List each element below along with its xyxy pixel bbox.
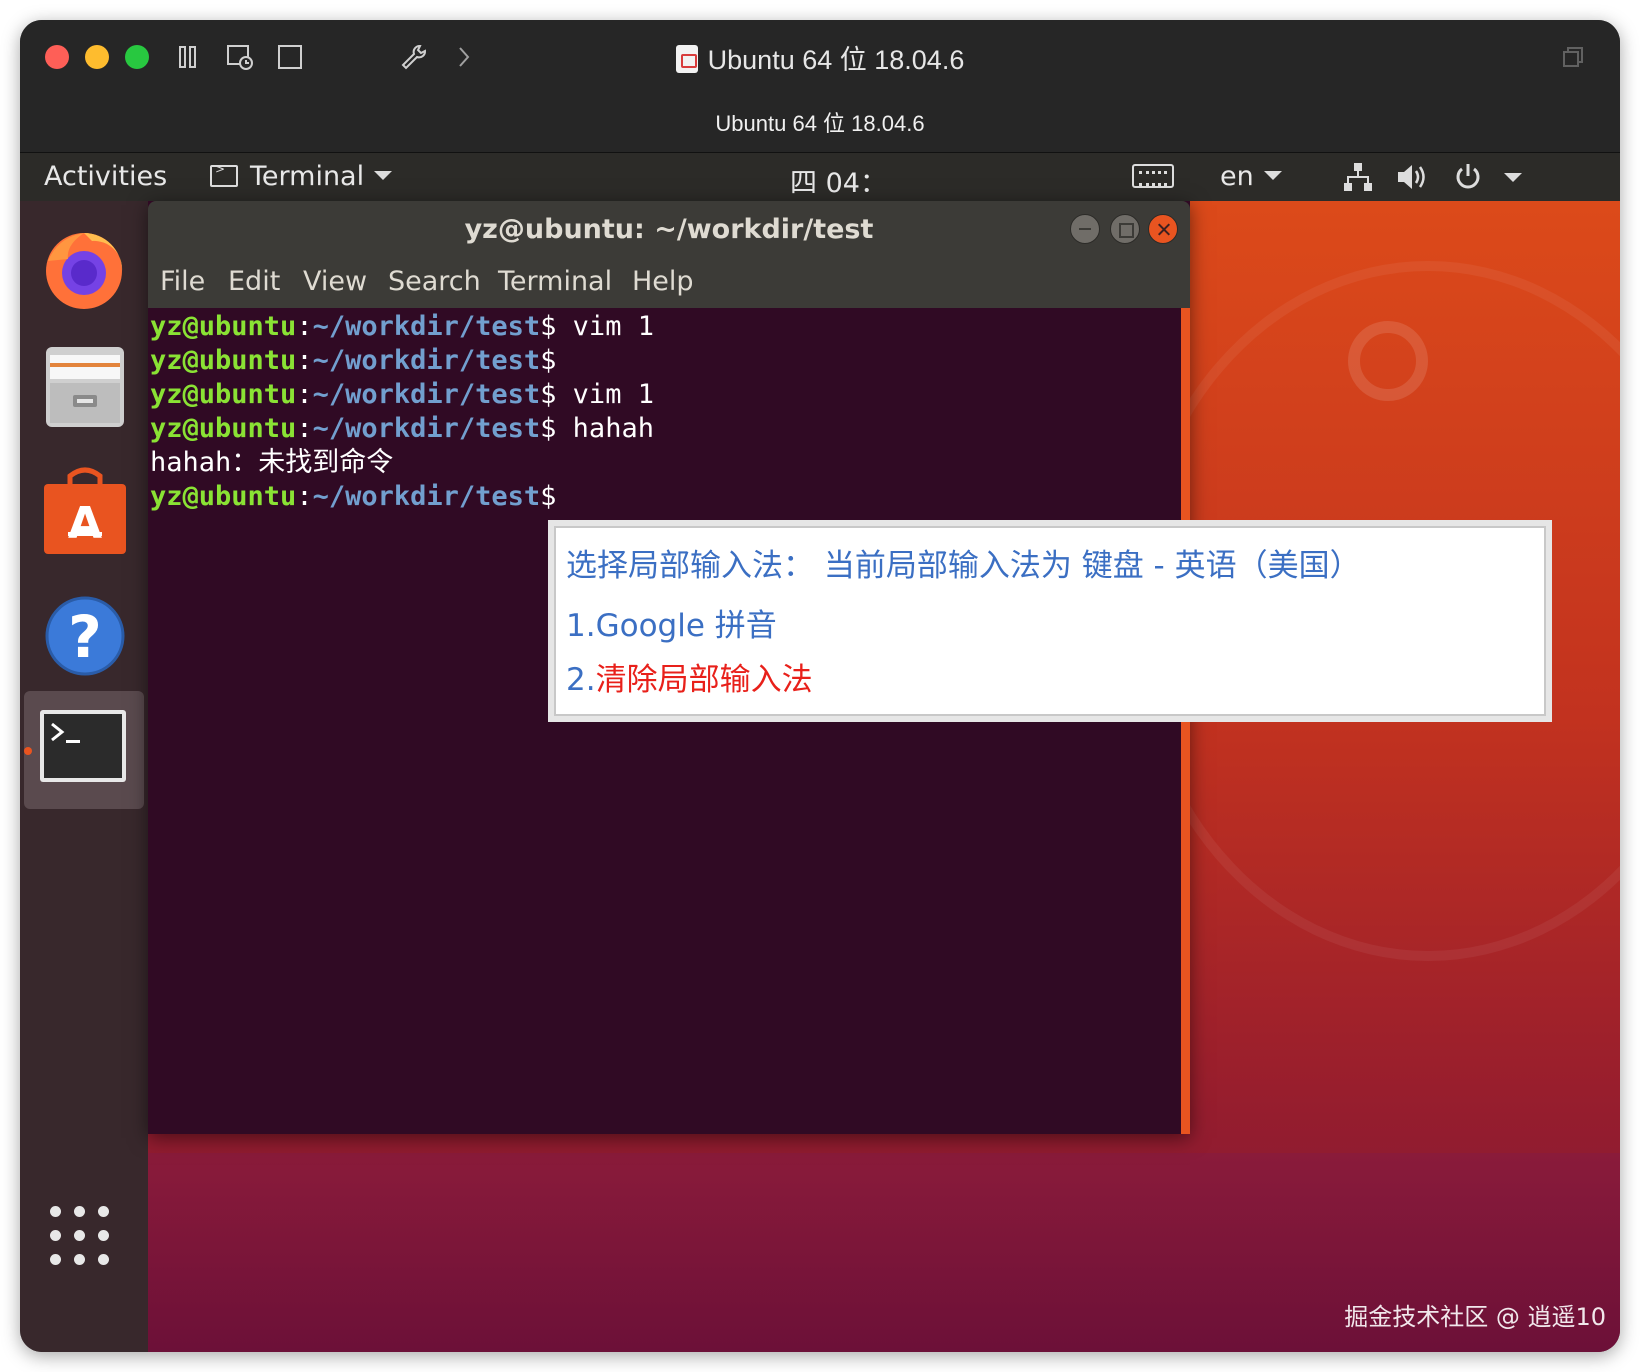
menu-terminal[interactable]: Terminal — [498, 266, 612, 297]
ubuntu-screen: 掘金技术社区 @ 逍遥10 Activities Terminal 四 04：5… — [20, 153, 1620, 1352]
terminal-close-button[interactable] — [1148, 214, 1178, 244]
gnome-topbar: Activities Terminal 四 04：59 en — [20, 153, 1620, 231]
activities-button[interactable]: Activities — [44, 161, 167, 192]
vm-subtitle: Ubuntu 64 位 18.04.6 — [715, 111, 925, 136]
chevron-down-icon — [374, 171, 393, 180]
terminal-maximize-button[interactable] — [1110, 214, 1140, 244]
ime-header: 选择局部输入法： 当前局部输入法为 键盘 - 英语（美国） — [566, 548, 1361, 584]
menu-file[interactable]: File — [160, 266, 205, 297]
vm-window: Ubuntu 64 位 18.04.6 Ubuntu 64 位 18.04.6 … — [20, 20, 1620, 1352]
terminal-line: yz@ubuntu:~/workdir/test$ vim 1 — [150, 311, 654, 342]
svg-text:A: A — [68, 498, 102, 549]
restore-icon[interactable] — [1562, 46, 1584, 68]
menu-view[interactable]: View — [303, 266, 367, 297]
dock: A ? — [20, 201, 148, 1352]
terminal-icon[interactable] — [38, 706, 128, 786]
software-icon[interactable]: A — [40, 466, 130, 556]
network-icon[interactable] — [1342, 161, 1374, 193]
app-menu[interactable]: Terminal — [210, 161, 393, 192]
files-icon[interactable] — [40, 341, 130, 431]
terminal-output-line: hahah：未找到命令 — [150, 447, 394, 478]
terminal-body[interactable]: yz@ubuntu:~/workdir/test$ vim 1 yz@ubunt… — [148, 308, 1176, 1134]
vm-title-text: Ubuntu 64 位 18.04.6 — [707, 45, 965, 75]
input-language-label: en — [1220, 161, 1254, 192]
vm-title: Ubuntu 64 位 18.04.6 — [20, 38, 1620, 77]
ime-selection-popup: 选择局部输入法： 当前局部输入法为 键盘 - 英语（美国） 1.Google 拼… — [554, 526, 1546, 716]
menu-edit[interactable]: Edit — [228, 266, 280, 297]
ime-option-number: 2. — [566, 662, 596, 698]
svg-text:?: ? — [68, 603, 102, 671]
show-apps-icon[interactable] — [50, 1206, 110, 1266]
terminal-line: yz@ubuntu:~/workdir/test$ hahah — [150, 413, 654, 444]
terminal-line: yz@ubuntu:~/workdir/test$ vim 1 — [150, 379, 654, 410]
terminal-mini-icon — [210, 162, 238, 187]
terminal-scrollbar[interactable] — [1181, 308, 1190, 1134]
help-icon[interactable]: ? — [40, 591, 130, 681]
menu-help[interactable]: Help — [632, 266, 694, 297]
ime-option-label: 清除局部输入法 — [595, 662, 813, 698]
terminal-line: yz@ubuntu:~/workdir/test$ — [150, 481, 557, 512]
terminal-title: yz@ubuntu: ~/workdir/test — [464, 214, 874, 245]
ime-option-google-pinyin[interactable]: 1.Google 拼音 — [566, 600, 777, 645]
keyboard-icon[interactable] — [1132, 164, 1174, 188]
system-menu-chevron-icon[interactable] — [1504, 173, 1522, 182]
terminal-titlebar[interactable]: yz@ubuntu: ~/workdir/test — [148, 201, 1190, 258]
vm-document-icon — [675, 45, 698, 73]
terminal-menubar: File Edit View Search Terminal Help — [148, 258, 1190, 308]
watermark: 掘金技术社区 @ 逍遥10 — [1344, 1303, 1606, 1331]
running-indicator — [24, 747, 32, 755]
terminal-line: yz@ubuntu:~/workdir/test$ — [150, 345, 557, 376]
wallpaper-ring — [1348, 321, 1428, 401]
volume-icon[interactable] — [1395, 161, 1429, 193]
input-language-menu[interactable]: en — [1220, 161, 1282, 192]
menu-search[interactable]: Search — [388, 266, 481, 297]
app-menu-label: Terminal — [250, 161, 365, 192]
vm-titlebar: Ubuntu 64 位 18.04.6 Ubuntu 64 位 18.04.6 — [20, 20, 1620, 153]
ime-option-clear[interactable]: 2.清除局部输入法 — [566, 654, 813, 699]
firefox-icon[interactable] — [40, 221, 130, 311]
terminal-minimize-button[interactable] — [1070, 214, 1100, 244]
chevron-down-icon — [1263, 171, 1282, 180]
power-icon[interactable] — [1452, 161, 1484, 193]
